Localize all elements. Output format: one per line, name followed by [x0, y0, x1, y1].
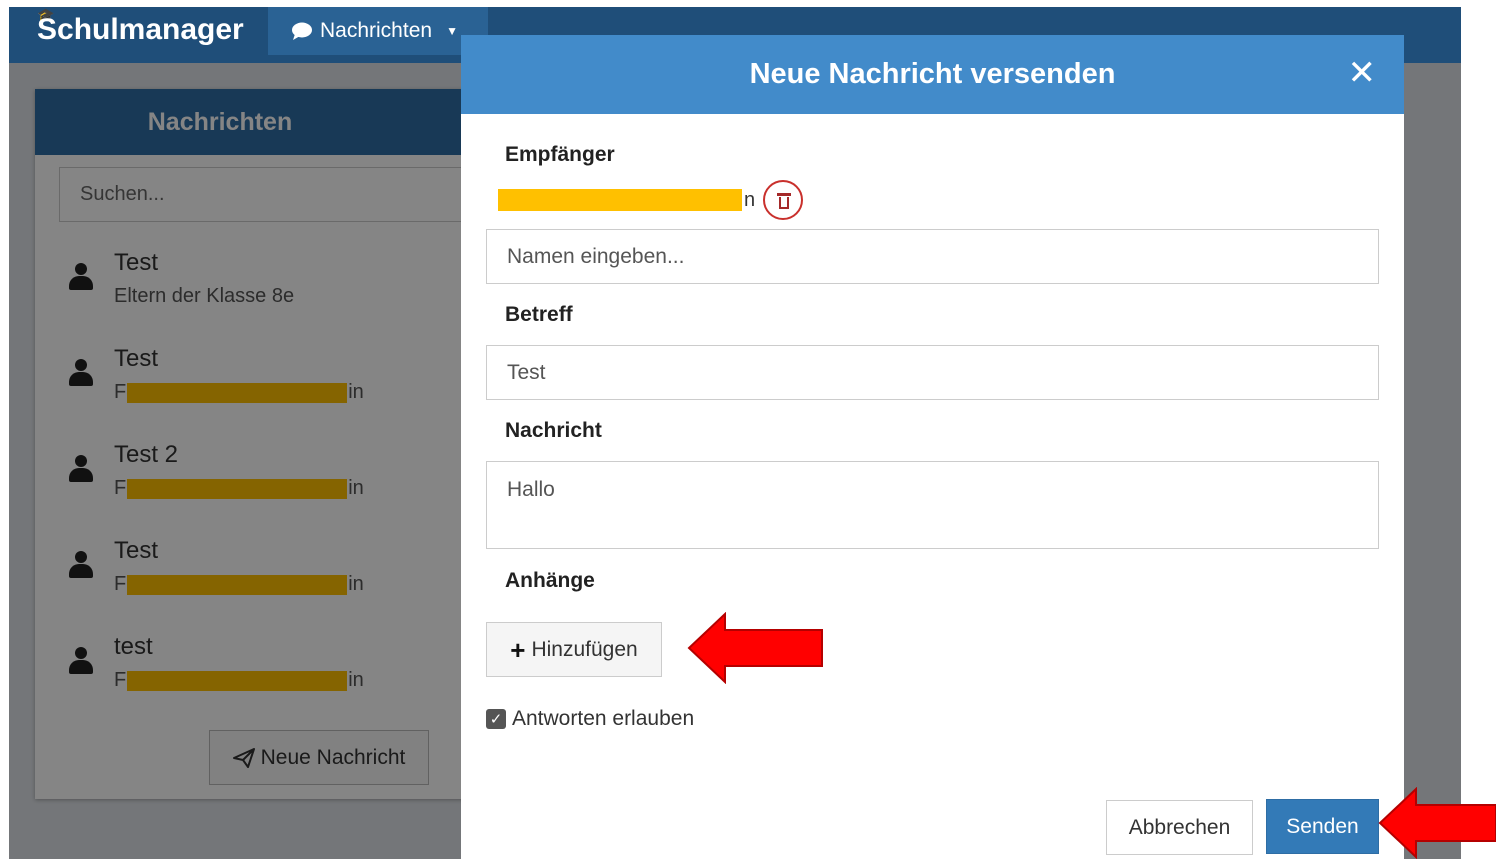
add-attachment-button[interactable]: + Hinzufügen — [486, 622, 662, 677]
allow-replies-label: Antworten erlauben — [512, 707, 695, 730]
new-message-dialog: Neue Nachricht versenden ✕ Empfänger n N… — [461, 35, 1404, 859]
message-label: Nachricht — [505, 419, 602, 442]
trash-icon-body — [779, 197, 790, 209]
trash-icon — [777, 193, 792, 196]
allow-replies-checkbox[interactable]: ✓ — [486, 709, 506, 729]
close-icon[interactable]: ✕ — [1348, 55, 1377, 91]
brand-logo[interactable]: Schulmanager — [37, 13, 244, 47]
recipient-chip: n — [497, 180, 804, 220]
dialog-header: Neue Nachricht versenden ✕ — [461, 35, 1404, 114]
allow-replies-row[interactable]: ✓ Antworten erlauben — [486, 707, 694, 731]
redaction-bar — [498, 189, 742, 211]
send-button[interactable]: Senden — [1266, 799, 1379, 854]
speech-bubble-icon — [292, 22, 312, 40]
dialog-title: Neue Nachricht versenden — [749, 58, 1116, 90]
recipient-name-suffix: n — [744, 188, 756, 211]
attachments-label: Anhänge — [505, 569, 595, 592]
caret-down-icon: ▼ — [446, 24, 458, 38]
nav-tab-messages[interactable]: Nachrichten ▼ — [268, 7, 488, 55]
plus-icon: + — [510, 634, 526, 665]
recipient-name-input[interactable]: Namen eingeben... — [486, 229, 1379, 284]
remove-recipient-button[interactable] — [763, 180, 804, 220]
cancel-button[interactable]: Abbrechen — [1106, 800, 1253, 855]
message-textarea[interactable]: Hallo — [486, 461, 1379, 549]
add-attachment-label: Hinzufügen — [531, 637, 638, 661]
annotation-arrow-add — [687, 612, 823, 684]
annotation-arrow-send — [1378, 787, 1496, 859]
subject-input[interactable]: Test — [486, 345, 1379, 400]
recipients-label: Empfänger — [505, 143, 615, 166]
subject-label: Betreff — [505, 303, 573, 326]
nav-tab-label: Nachrichten — [320, 19, 433, 42]
